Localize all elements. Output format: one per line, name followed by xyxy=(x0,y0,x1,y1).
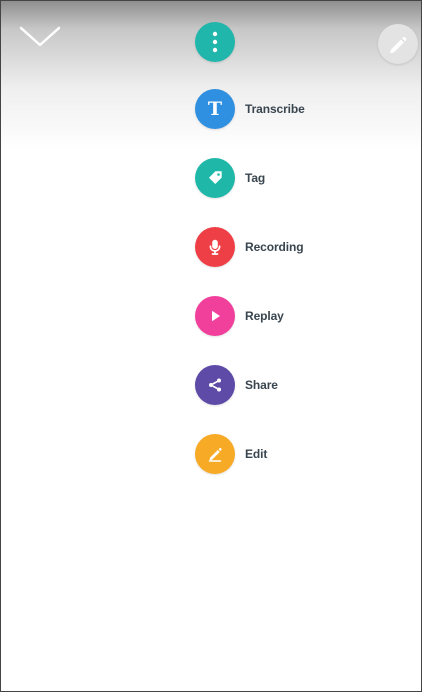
action-replay[interactable]: Replay xyxy=(195,296,375,336)
action-label-edit: Edit xyxy=(245,447,268,461)
floating-action-menu: T Transcribe Tag Recording Replay Share … xyxy=(195,89,375,503)
tag-icon xyxy=(209,171,222,184)
edit-icon-circle xyxy=(195,434,235,474)
action-edit[interactable]: Edit xyxy=(195,434,375,474)
play-icon-circle xyxy=(195,296,235,336)
more-actions-button[interactable] xyxy=(195,22,235,62)
microphone-icon xyxy=(209,239,221,255)
vertical-dots-icon xyxy=(195,22,235,62)
action-label-recording: Recording xyxy=(245,240,304,254)
pencil-icon xyxy=(208,448,222,462)
play-icon xyxy=(212,310,220,322)
chevron-down-icon-graphic xyxy=(19,26,61,47)
action-label-replay: Replay xyxy=(245,309,284,323)
action-tag[interactable]: Tag xyxy=(195,158,375,198)
chevron-down-icon[interactable] xyxy=(19,25,61,49)
t-letter-icon: T xyxy=(207,97,223,120)
action-share[interactable]: Share xyxy=(195,365,375,405)
microphone-icon-circle xyxy=(195,227,235,267)
tag-icon-circle xyxy=(195,158,235,198)
action-label-share: Share xyxy=(245,378,278,392)
share-icon-circle xyxy=(195,365,235,405)
action-recording[interactable]: Recording xyxy=(195,227,375,267)
share-icon xyxy=(209,378,221,392)
pencil-icon xyxy=(390,37,407,54)
edit-mode-button[interactable] xyxy=(378,24,418,64)
transcribe-icon: T xyxy=(195,89,235,129)
voice-note-screen: T Transcribe Tag Recording Replay Share … xyxy=(0,0,422,692)
action-label-tag: Tag xyxy=(245,171,266,185)
action-label-transcribe: Transcribe xyxy=(245,102,305,116)
action-transcribe[interactable]: T Transcribe xyxy=(195,89,375,129)
